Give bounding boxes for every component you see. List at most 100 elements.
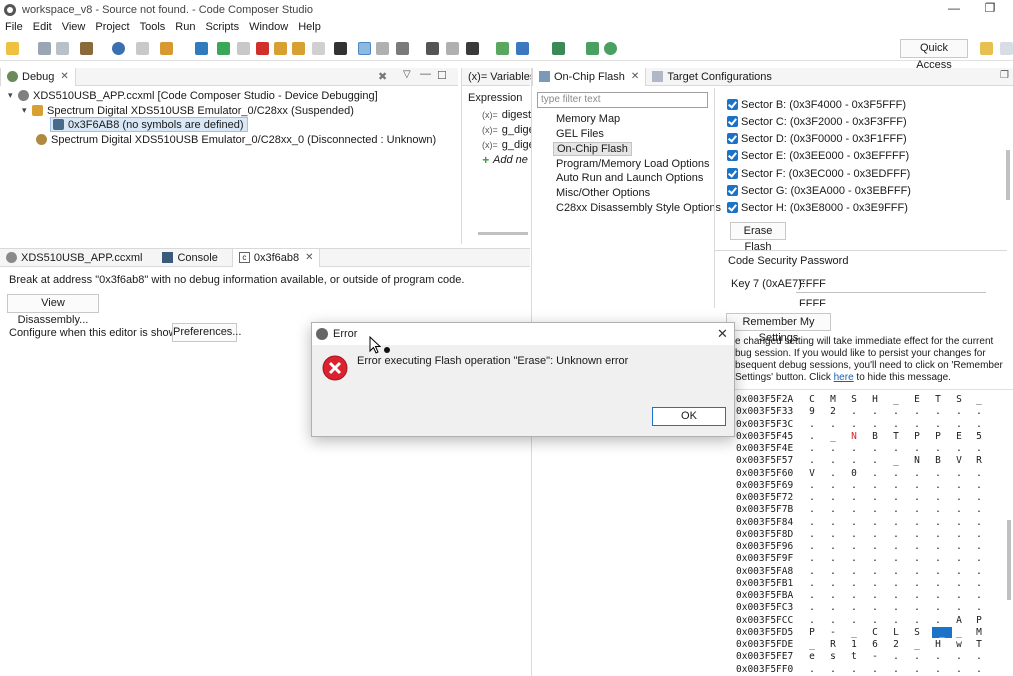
memory-char[interactable]: .	[848, 553, 860, 564]
memory-char[interactable]: M	[827, 394, 839, 405]
suspend-icon[interactable]	[237, 42, 250, 55]
memory-char[interactable]: 1	[848, 639, 860, 650]
memory-char[interactable]: T	[890, 431, 902, 442]
menu-help[interactable]: Help	[298, 21, 321, 33]
menu-tools[interactable]: Tools	[140, 21, 166, 33]
memory-char[interactable]: .	[869, 578, 881, 589]
memory-char[interactable]: .	[953, 480, 965, 491]
memory-char[interactable]: .	[890, 468, 902, 479]
memory-char[interactable]: .	[932, 541, 944, 552]
memory-row[interactable]: 0x003F5FF0.........	[736, 664, 982, 676]
memory-char[interactable]: .	[806, 566, 818, 577]
memory-char[interactable]: .	[973, 419, 985, 430]
memory-char[interactable]: B	[932, 455, 944, 466]
memory-char[interactable]: .	[869, 541, 881, 552]
memory-row[interactable]: 0x003F5F8D.........	[736, 529, 982, 541]
memory-char[interactable]: .	[869, 602, 881, 613]
nav-misc-options[interactable]: Misc/Other Options	[553, 186, 653, 200]
memory-char[interactable]: _	[932, 626, 952, 638]
close-icon[interactable]: ✕	[305, 252, 313, 263]
memory-char[interactable]: .	[827, 664, 839, 675]
variable-row[interactable]: (x)= g_dige	[482, 137, 535, 152]
memory-char[interactable]: .	[911, 578, 923, 589]
memory-row[interactable]: 0x003F5F96.........	[736, 541, 982, 553]
memory-char[interactable]: _	[827, 431, 839, 442]
memory-char[interactable]: .	[911, 541, 923, 552]
save-all-icon[interactable]	[56, 42, 69, 55]
nav-gel-files[interactable]: GEL Files	[553, 127, 607, 141]
memory-char[interactable]: .	[869, 480, 881, 491]
memory-char[interactable]: -	[827, 627, 839, 638]
memory-char[interactable]: .	[953, 651, 965, 662]
memory-char[interactable]: .	[973, 443, 985, 454]
filter-input[interactable]: type filter text	[537, 92, 708, 108]
erase-flash-button[interactable]: Erase Flash	[730, 222, 786, 253]
memory-char[interactable]: .	[869, 590, 881, 601]
memory-row[interactable]: 0x003F5F3C.........	[736, 419, 982, 431]
memory-row[interactable]: 0x003F5F72.........	[736, 492, 982, 504]
memory-char[interactable]: .	[827, 468, 839, 479]
memory-char[interactable]: .	[806, 455, 818, 466]
memory-char[interactable]: E	[953, 431, 965, 442]
memory-char[interactable]: .	[932, 664, 944, 675]
memory-char[interactable]: .	[911, 468, 923, 479]
memory-char[interactable]: .	[890, 578, 902, 589]
key6-input[interactable]: FFFF	[796, 296, 986, 306]
memory-char[interactable]: 9	[806, 406, 818, 417]
memory-row[interactable]: 0x003F5FB1.........	[736, 578, 982, 590]
open-perspective-icon[interactable]	[980, 42, 993, 55]
memory-char[interactable]: e	[806, 651, 818, 662]
memory-char[interactable]: .	[848, 492, 860, 503]
step-over-icon[interactable]	[292, 42, 305, 55]
sector-c-checkbox[interactable]: Sector C: (0x3F2000 - 0x3F3FFF)	[727, 114, 907, 129]
memory-char[interactable]: .	[890, 492, 902, 503]
memory-char[interactable]: _	[806, 639, 818, 650]
memory-char[interactable]: .	[806, 504, 818, 515]
memory-char[interactable]: .	[848, 615, 860, 626]
memory-char[interactable]: .	[869, 615, 881, 626]
memory-char[interactable]: .	[806, 492, 818, 503]
memory-char[interactable]: .	[848, 578, 860, 589]
memory-char[interactable]: .	[953, 553, 965, 564]
refresh-icon[interactable]	[496, 42, 509, 55]
menu-scripts[interactable]: Scripts	[205, 21, 239, 33]
memory-char[interactable]: .	[911, 590, 923, 601]
memory-char[interactable]: .	[953, 566, 965, 577]
step-return-icon[interactable]	[312, 42, 325, 55]
dialog-close-button[interactable]: ✕	[717, 326, 728, 342]
memory-char[interactable]: .	[827, 602, 839, 613]
memory-char[interactable]: .	[890, 602, 902, 613]
memory-char[interactable]: .	[973, 541, 985, 552]
memory-char[interactable]: .	[869, 406, 881, 417]
memory-char[interactable]: .	[890, 419, 902, 430]
memory-char[interactable]: H	[869, 394, 881, 405]
memory-char[interactable]: .	[890, 529, 902, 540]
memory-char[interactable]: L	[890, 627, 902, 638]
variable-row[interactable]: (x)= g_dige	[482, 122, 535, 137]
debug-icon[interactable]	[160, 42, 173, 55]
perspective-icon[interactable]	[1000, 42, 1013, 55]
memory-char[interactable]: .	[932, 480, 944, 491]
remember-settings-button[interactable]: Remember My Settings	[726, 313, 831, 344]
step-into-icon[interactable]	[274, 42, 287, 55]
memory-char[interactable]: .	[932, 406, 944, 417]
terminate-icon[interactable]	[256, 42, 269, 55]
memory-char[interactable]: .	[932, 504, 944, 515]
memory-char[interactable]: .	[806, 529, 818, 540]
memory-char[interactable]: 6	[869, 639, 881, 650]
preferences-button[interactable]: Preferences...	[172, 323, 241, 342]
memory-char[interactable]: .	[806, 443, 818, 454]
memory-char[interactable]: .	[848, 566, 860, 577]
tree-item-ccxml[interactable]: ▾ XDS510USB_APP.ccxml [Code Composer Stu…	[8, 88, 378, 103]
memory-char[interactable]: 0	[848, 468, 860, 479]
maximize-button[interactable]: ❐	[980, 1, 1000, 15]
tab-variables[interactable]: (x)= Variables	[462, 68, 541, 86]
memory-char[interactable]: .	[848, 504, 860, 515]
memory-char[interactable]: H	[932, 639, 944, 650]
memory-char[interactable]: .	[932, 517, 944, 528]
sector-e-checkbox[interactable]: Sector E: (0x3EE000 - 0x3EFFFF)	[727, 148, 909, 163]
sector-f-checkbox[interactable]: Sector F: (0x3EC000 - 0x3EDFFF)	[727, 166, 910, 181]
memory-char[interactable]: V	[806, 468, 818, 479]
memory-char[interactable]: .	[827, 419, 839, 430]
memory-char[interactable]: _	[911, 639, 923, 650]
